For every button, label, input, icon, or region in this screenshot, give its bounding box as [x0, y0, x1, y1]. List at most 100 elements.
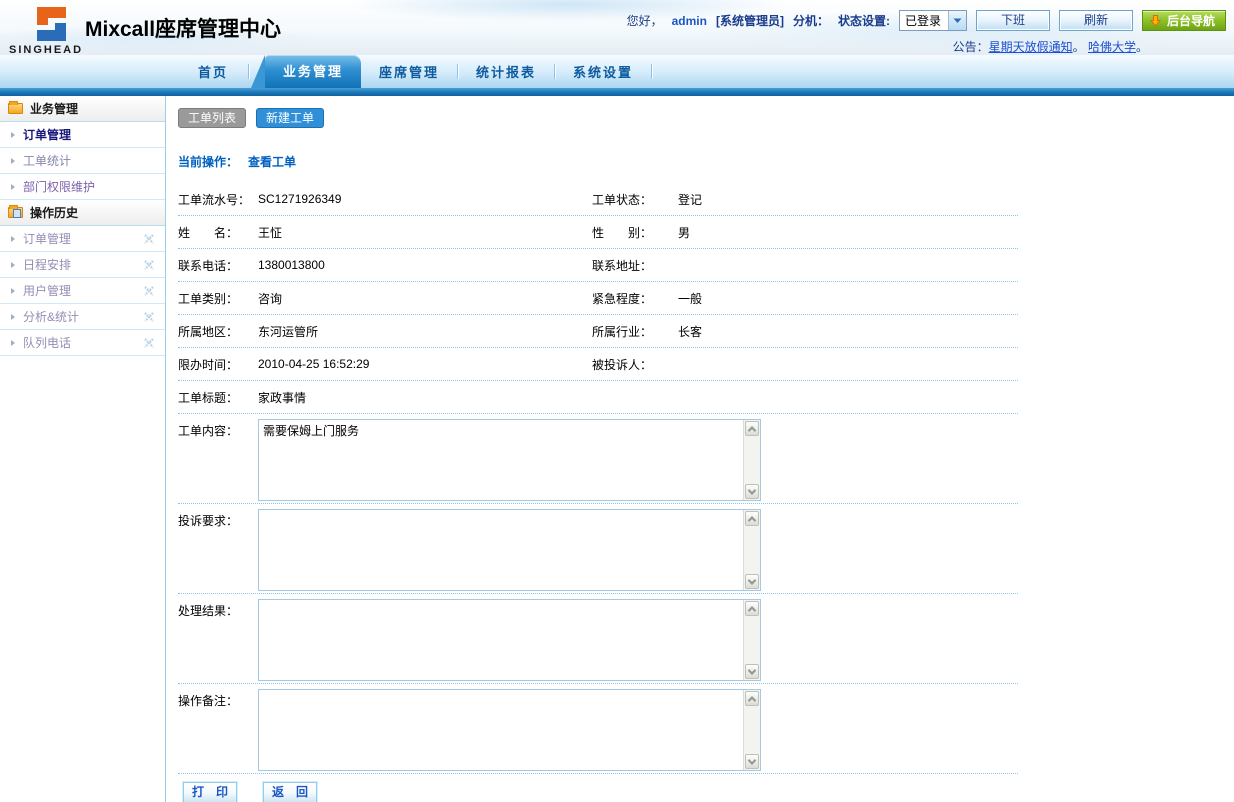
- sidebar-item-dept-permission[interactable]: 部门权限维护: [0, 174, 165, 200]
- tab-agent[interactable]: 座席管理: [361, 62, 457, 81]
- chevron-down-icon[interactable]: [948, 11, 966, 30]
- form-row-title: 工单标题： 家政事情: [178, 381, 1018, 414]
- nav-tabs: 首页 业务管理 座席管理 统计报表 系统设置: [178, 55, 652, 88]
- arrow-right-icon: [11, 132, 15, 138]
- header: SINGHEAD Mixcall座席管理中心 您好， admin [系统管理员]…: [0, 0, 1234, 55]
- process-result-text: [259, 600, 743, 680]
- sidebar-item-ticket-stats[interactable]: 工单统计: [0, 148, 165, 174]
- form-row-category-urgency: 工单类别： 咨询 紧急程度： 一般: [178, 282, 1018, 315]
- field-label: 姓 名：: [178, 224, 258, 241]
- status-select-value: 已登录: [900, 12, 948, 29]
- form-row-result: 处理结果：: [178, 594, 1018, 684]
- nav-divider-strip: [0, 88, 1234, 96]
- sidebar-history-order-mgmt[interactable]: 订单管理: [0, 226, 165, 252]
- close-icon[interactable]: [144, 260, 154, 270]
- field-label: 限办时间：: [178, 356, 258, 373]
- ticket-serial-value: SC1271926349: [258, 192, 592, 206]
- notice-dot: 。: [1073, 40, 1085, 54]
- form-row-region-industry: 所属地区： 东河运管所 所属行业： 长客: [178, 315, 1018, 348]
- sidebar-item-label: 分析&统计: [23, 308, 79, 325]
- new-ticket-button[interactable]: 新建工单: [256, 108, 324, 128]
- notice-label: 公告：: [953, 40, 989, 54]
- scroll-down-icon[interactable]: [745, 754, 759, 769]
- sidebar-item-label: 订单管理: [23, 126, 71, 143]
- complaint-request-text: [259, 510, 743, 590]
- backend-nav-button[interactable]: 后台导航: [1142, 10, 1226, 31]
- operation-remark-text: [259, 690, 743, 770]
- scroll-up-icon[interactable]: [745, 421, 759, 436]
- content-layout: 业务管理 订单管理 工单统计 部门权限维护 操作历史 订单管理: [0, 96, 1234, 802]
- deadline-value: 2010-04-25 16:52:29: [258, 357, 592, 371]
- tab-separator: [248, 64, 249, 79]
- scroll-down-icon[interactable]: [745, 664, 759, 679]
- sidebar-section-business[interactable]: 业务管理: [0, 96, 165, 122]
- scroll-up-icon[interactable]: [745, 511, 759, 526]
- scrollbar[interactable]: [743, 420, 760, 500]
- field-label: 工单状态：: [592, 191, 678, 208]
- scroll-up-icon[interactable]: [745, 601, 759, 616]
- arrow-right-icon: [11, 288, 15, 294]
- ticket-form: 工单流水号： SC1271926349 工单状态： 登记 姓 名： 王怔 性 别…: [178, 183, 1018, 802]
- arrow-right-icon: [11, 236, 15, 242]
- field-label: 投诉要求：: [178, 509, 258, 593]
- complaint-request-textarea[interactable]: [258, 509, 761, 591]
- scroll-down-icon[interactable]: [745, 484, 759, 499]
- sidebar-history-schedule[interactable]: 日程安排: [0, 252, 165, 278]
- form-row-serial-status: 工单流水号： SC1271926349 工单状态： 登记: [178, 183, 1018, 216]
- singhead-logo-icon: [28, 4, 74, 44]
- back-button[interactable]: 返 回: [263, 782, 317, 802]
- notice-dot: 。: [1136, 40, 1148, 54]
- field-label: 工单内容：: [178, 419, 258, 503]
- scroll-down-icon[interactable]: [745, 574, 759, 589]
- tab-home[interactable]: 首页: [178, 62, 248, 81]
- field-label: 工单标题：: [178, 389, 258, 406]
- urgency-value: 一般: [678, 290, 1018, 307]
- scroll-up-icon[interactable]: [745, 691, 759, 706]
- current-operation-value: 查看工单: [248, 153, 296, 170]
- sidebar-history-analysis[interactable]: 分析&统计: [0, 304, 165, 330]
- sidebar-item-order-mgmt[interactable]: 订单管理: [0, 122, 165, 148]
- notice-link-holiday[interactable]: 星期天放假通知: [989, 40, 1073, 54]
- ticket-content-textarea[interactable]: 需要保姆上门服务: [258, 419, 761, 501]
- app-window: SINGHEAD Mixcall座席管理中心 您好， admin [系统管理员]…: [0, 0, 1234, 802]
- sidebar-history-user-mgmt[interactable]: 用户管理: [0, 278, 165, 304]
- username-link[interactable]: admin: [672, 14, 707, 28]
- gender-value: 男: [678, 224, 1018, 241]
- status-label: 状态设置:: [838, 12, 890, 29]
- history-folder-icon: [8, 207, 23, 218]
- greeting-text: 您好，: [627, 12, 663, 29]
- close-icon[interactable]: [144, 286, 154, 296]
- operation-remark-textarea[interactable]: [258, 689, 761, 771]
- scrollbar[interactable]: [743, 600, 760, 680]
- off-duty-button[interactable]: 下班: [976, 10, 1050, 31]
- main-content: 工单列表 新建工单 当前操作： 查看工单 工单流水号： SC1271926349…: [166, 96, 1234, 802]
- bottom-buttons: 打 印 返 回: [178, 782, 1018, 802]
- close-icon[interactable]: [144, 234, 154, 244]
- field-label: 紧急程度：: [592, 290, 678, 307]
- process-result-textarea[interactable]: [258, 599, 761, 681]
- user-role: [系统管理员]: [716, 12, 784, 29]
- close-icon[interactable]: [144, 338, 154, 348]
- print-button[interactable]: 打 印: [183, 782, 237, 802]
- scrollbar[interactable]: [743, 510, 760, 590]
- tab-report[interactable]: 统计报表: [458, 62, 554, 81]
- scrollbar[interactable]: [743, 690, 760, 770]
- phone-value: 1380013800: [258, 258, 592, 272]
- sidebar-item-label: 用户管理: [23, 282, 71, 299]
- page-title: Mixcall座席管理中心: [85, 13, 281, 43]
- ticket-list-button[interactable]: 工单列表: [178, 108, 246, 128]
- close-icon[interactable]: [144, 312, 154, 322]
- form-row-name-gender: 姓 名： 王怔 性 别： 男: [178, 216, 1018, 249]
- extension-label: 分机：: [793, 12, 829, 29]
- field-label: 操作备注：: [178, 689, 258, 773]
- notice-link-harvard[interactable]: 哈佛大学: [1088, 40, 1136, 54]
- sidebar-history-queue-calls[interactable]: 队列电话: [0, 330, 165, 356]
- sidebar-item-label: 工单统计: [23, 152, 71, 169]
- field-label: 工单流水号：: [178, 191, 258, 208]
- sidebar-section-history[interactable]: 操作历史: [0, 200, 165, 226]
- tab-system[interactable]: 系统设置: [555, 62, 651, 81]
- tab-business-active[interactable]: 业务管理: [265, 55, 361, 88]
- arrow-right-icon: [11, 314, 15, 320]
- refresh-button[interactable]: 刷新: [1059, 10, 1133, 31]
- status-select[interactable]: 已登录: [899, 10, 967, 31]
